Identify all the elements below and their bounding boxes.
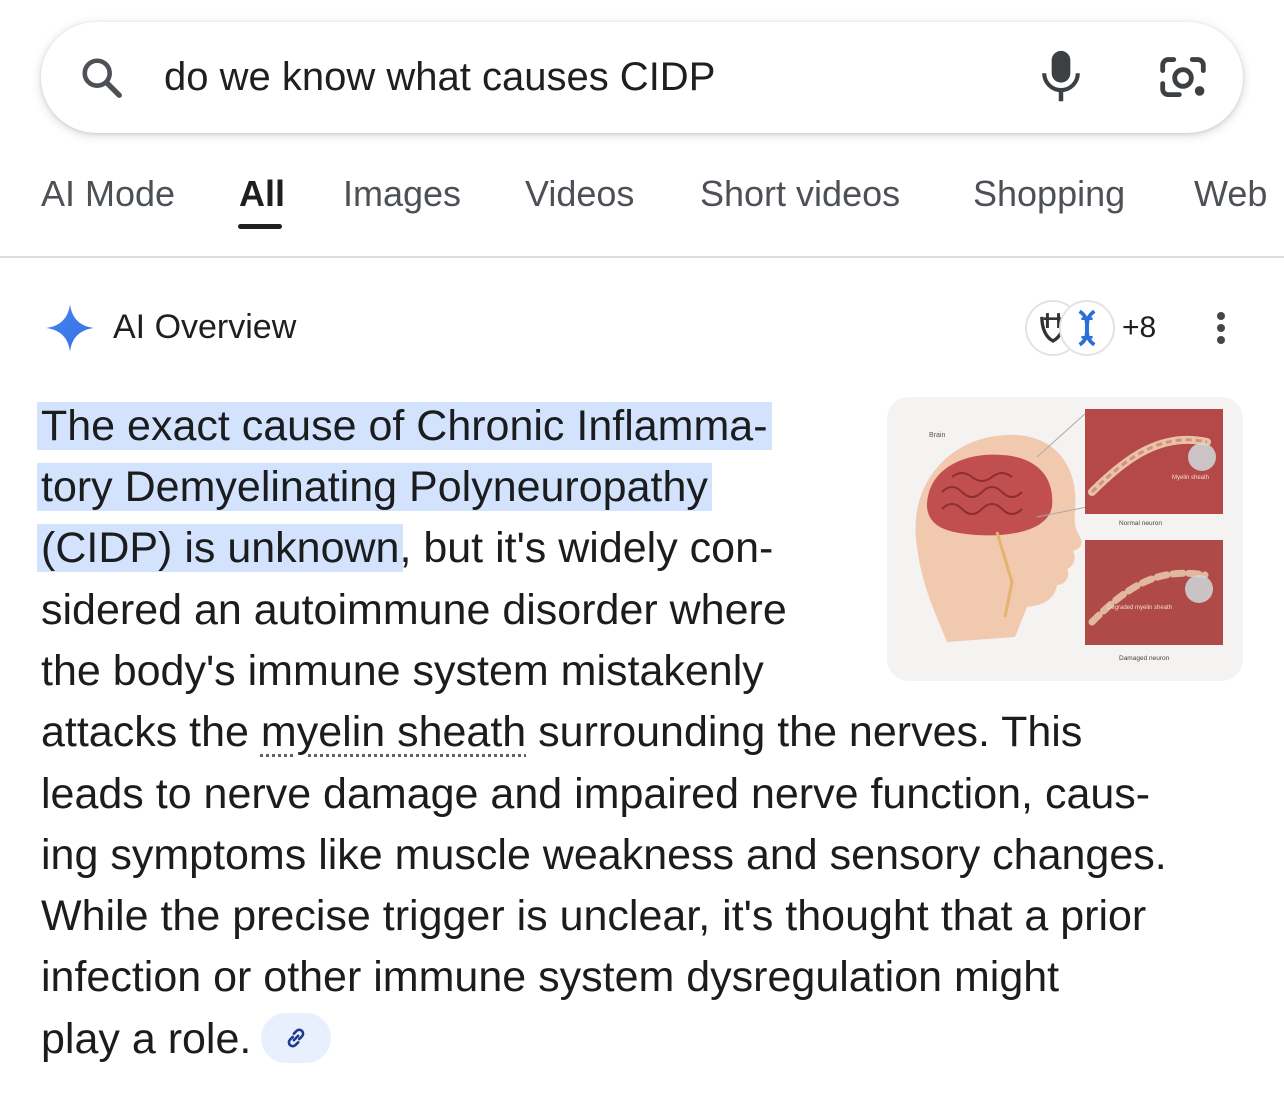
highlighted-text: tory Demyelinating Polyneuropathy [37, 463, 712, 511]
microphone-icon[interactable] [1038, 49, 1084, 105]
ai-overview-title: AI Overview [113, 308, 297, 346]
text-span: surrounding the nerves. This [526, 708, 1083, 756]
highlighted-text: The exact cause of Chronic Inflamma- [37, 402, 772, 450]
source-favicons[interactable] [1025, 300, 1125, 356]
search-icon[interactable] [79, 55, 125, 101]
dna-favicon-icon[interactable] [1059, 300, 1115, 356]
text-line: the body's immune system mistakenly [41, 647, 764, 695]
google-lens-icon[interactable] [1156, 54, 1210, 102]
tab-short-videos[interactable]: Short videos [700, 172, 900, 216]
active-tab-indicator [238, 224, 282, 229]
tab-ai-mode[interactable]: AI Mode [41, 172, 175, 216]
ai-overview-header: AI Overview +8 [40, 300, 1244, 360]
link-icon [287, 1028, 305, 1048]
tab-images[interactable]: Images [343, 172, 461, 216]
text-line: sidered an autoimmune disorder where [41, 586, 787, 634]
source-link-button[interactable] [261, 1012, 332, 1063]
text-span: attacks the [41, 708, 261, 756]
text-line: infection or other immune system dysregu… [41, 953, 1060, 1001]
tab-all[interactable]: All [239, 172, 285, 216]
text-line: ing symptoms like muscle weakness and se… [41, 831, 1167, 879]
search-input[interactable]: do we know what causes CIDP [164, 52, 715, 102]
tab-videos[interactable]: Videos [525, 172, 634, 216]
text-line: While the precise trigger is unclear, it… [41, 892, 1147, 940]
cidp-illustration-image[interactable]: Brain Myelin sheath Normal neuron Degrad… [887, 397, 1243, 681]
search-bar[interactable]: do we know what causes CIDP [41, 22, 1243, 133]
search-tabs: AI Mode All Images Videos Short videos S… [0, 160, 1284, 258]
image-label-brain: Brain [929, 432, 945, 439]
text-line: leads to nerve damage and impaired nerve… [41, 770, 1151, 818]
image-label-normal: Normal neuron [1119, 520, 1162, 527]
tab-shopping[interactable]: Shopping [973, 172, 1125, 216]
image-label-degraded: Degraded myelin sheath [1107, 605, 1172, 611]
text-span: play a role. [41, 1015, 252, 1063]
image-label-myelin: Myelin sheath [1172, 475, 1209, 481]
gemini-sparkle-icon [46, 304, 94, 352]
highlighted-text: (CIDP) is unknown [37, 524, 404, 572]
image-label-damaged: Damaged neuron [1119, 655, 1170, 662]
more-options-icon[interactable] [1211, 312, 1231, 348]
text-span: , but it's widely con- [399, 524, 774, 572]
more-sources-count[interactable]: +8 [1122, 310, 1156, 346]
tab-web[interactable]: Web [1194, 172, 1267, 216]
myelin-sheath-link[interactable]: myelin sheath [261, 708, 526, 756]
